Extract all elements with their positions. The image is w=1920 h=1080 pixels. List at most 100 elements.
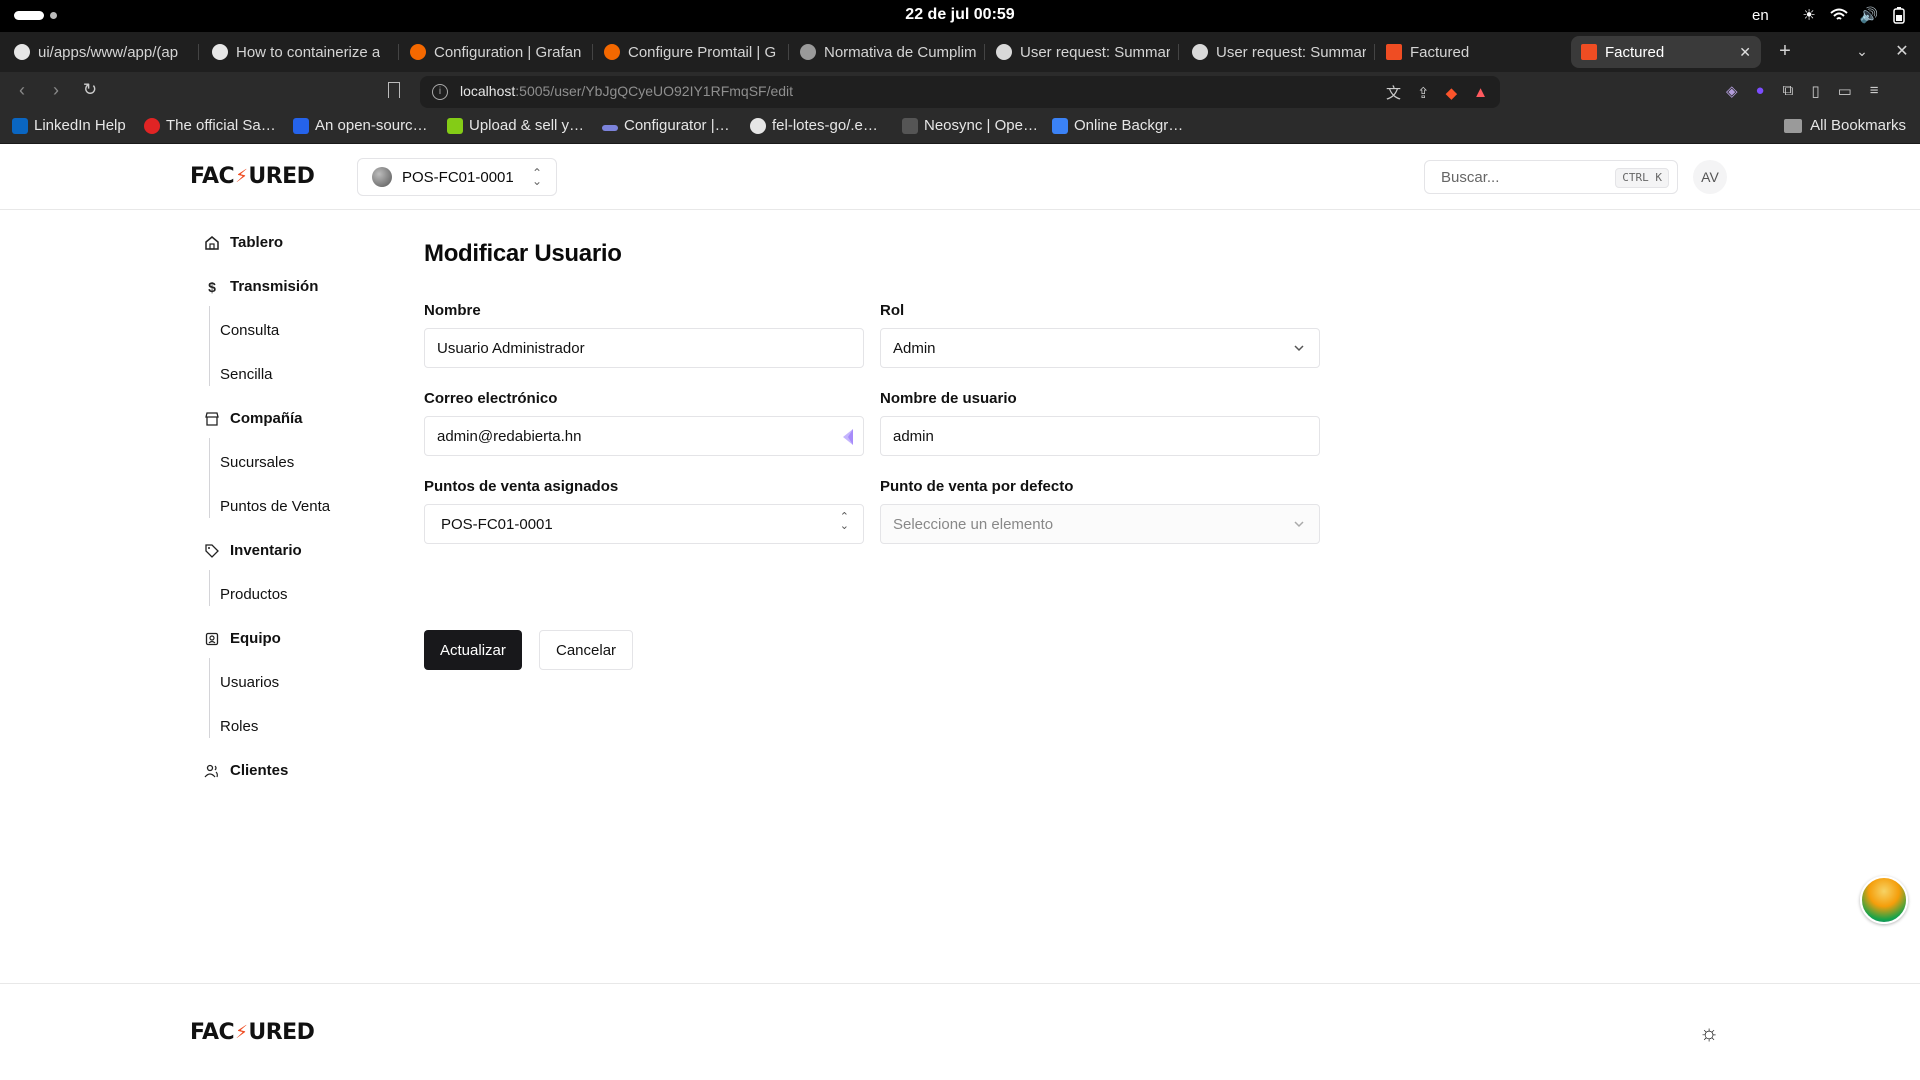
extension-badge-icon[interactable]: ● [1756, 82, 1765, 100]
nombre-label: Nombre [424, 302, 481, 319]
bookmark-item[interactable]: Configurator |… [602, 117, 730, 134]
username-field[interactable]: admin [880, 416, 1320, 456]
sidebar-item-compania[interactable]: Compañía [204, 410, 303, 427]
brave-shields-icon[interactable]: ◆ [1446, 84, 1458, 102]
pos-defecto-select[interactable]: Seleccione un elemento [880, 504, 1320, 544]
sidebar-item-transmision[interactable]: $ Transmisión [204, 278, 318, 295]
extensions-puzzle-icon[interactable]: ⧉ [1783, 82, 1794, 100]
bookmark-item[interactable]: fel-lotes-go/.e… [750, 117, 878, 134]
sidebar-item-inventario[interactable]: Inventario [204, 542, 302, 559]
bookmark-favicon [902, 117, 918, 134]
rol-label: Rol [880, 302, 905, 319]
browser-tab[interactable]: Configuration | Grafan [400, 36, 594, 68]
sidebar-item-sencilla[interactable]: Sencilla [220, 366, 273, 383]
browser-tab[interactable]: Factured [1376, 36, 1570, 68]
all-bookmarks[interactable]: All Bookmarks [1784, 117, 1906, 134]
browser-tab[interactable]: User request: Summar [1182, 36, 1376, 68]
brave-rewards-icon[interactable]: ▲ [1473, 84, 1488, 101]
bookmark-item[interactable]: The official Sa… [144, 117, 276, 134]
tab-label: Configuration | Grafan [434, 43, 582, 61]
bookmark-item[interactable]: Neosync | Ope… [902, 117, 1038, 134]
tab-search-chevron-icon[interactable]: ⌄ [1850, 43, 1874, 60]
sidebar-item-equipo[interactable]: Equipo [204, 630, 281, 647]
browser-tab[interactable]: ui/apps/www/app/(ap [4, 36, 194, 68]
address-bar[interactable]: i localhost:5005/user/YbJgQCyeUO92IY1RFm… [420, 76, 1500, 108]
bolt-icon: ⚡ [235, 166, 248, 187]
close-tab-icon[interactable]: ✕ [1739, 44, 1751, 61]
share-icon[interactable]: ⇪ [1417, 84, 1430, 102]
close-window-icon[interactable]: ✕ [1890, 41, 1914, 61]
sidebar-item-usuarios[interactable]: Usuarios [220, 674, 279, 691]
user-avatar[interactable]: AV [1693, 160, 1727, 194]
pos-asignados-value: POS-FC01-0001 [441, 515, 553, 533]
cancelar-button[interactable]: Cancelar [539, 630, 634, 670]
menu-icon[interactable]: ≡ [1870, 82, 1879, 100]
bookmark-favicon [602, 125, 618, 131]
extension-icon[interactable]: ◈ [1726, 82, 1738, 100]
sidebar-item-sucursales[interactable]: Sucursales [220, 454, 294, 471]
bookmark-favicon [144, 117, 160, 134]
tab-label: How to containerize a [236, 43, 381, 61]
tab-label: Configure Promtail | G [628, 43, 777, 61]
bookmark-item[interactable]: LinkedIn Help [12, 117, 126, 134]
bookmark-page-icon[interactable] [388, 82, 400, 98]
keyboard-language[interactable]: en [1752, 7, 1769, 24]
github-icon [750, 117, 766, 134]
home-icon [204, 235, 220, 251]
wallet-icon[interactable]: ▭ [1838, 82, 1852, 100]
pos-switcher-label: POS-FC01-0001 [402, 168, 514, 186]
sidebar-item-roles[interactable]: Roles [220, 718, 258, 735]
url-text[interactable]: localhost:5005/user/YbJgQCyeUO92IY1RFmqS… [460, 83, 793, 99]
translate-icon[interactable]: 文 [1386, 82, 1401, 103]
floating-assistant-bubble[interactable] [1860, 876, 1908, 924]
globe-icon [800, 44, 816, 60]
browser-tab-active[interactable]: Factured ✕ [1571, 36, 1761, 68]
username-value: admin [893, 427, 934, 445]
browser-tab[interactable]: Normativa de Cumplim [790, 36, 986, 68]
sidebar-item-consulta[interactable]: Consulta [220, 322, 279, 339]
email-field[interactable]: admin@redabierta.hn [424, 416, 864, 456]
browser-tab[interactable]: How to containerize a [202, 36, 396, 68]
actualizar-button[interactable]: Actualizar [424, 630, 522, 670]
os-clock[interactable]: 22 de jul 00:59 [0, 6, 1920, 24]
sidebar-item-clientes[interactable]: Clientes [204, 762, 288, 779]
browser-tab[interactable]: Configure Promtail | G [594, 36, 788, 68]
address-toolbar: ‹ › ↻ i localhost:5005/user/YbJgQCyeUO92… [0, 72, 1920, 112]
factured-logo[interactable]: FAC ⚡ URED [190, 164, 315, 189]
tab-label: Normativa de Cumplim [824, 43, 976, 61]
rol-select[interactable]: Admin [880, 328, 1320, 368]
chevrons-up-down-icon: ⌃ ⌄ [531, 166, 542, 188]
sidebar-item-tablero[interactable]: Tablero [204, 234, 283, 251]
rol-value: Admin [893, 339, 936, 357]
bolt-icon: ⚡ [235, 1022, 248, 1043]
page-title: Modificar Usuario [424, 240, 622, 267]
sidebar-item-puntos-de-venta[interactable]: Puntos de Venta [220, 498, 330, 515]
forward-icon[interactable]: › [44, 80, 68, 101]
brightness-icon: ☀ [1802, 7, 1816, 24]
bookmark-item[interactable]: An open-sourc… [293, 117, 428, 134]
contact-icon [204, 631, 220, 647]
wifi-icon [1830, 6, 1848, 24]
pos-switcher[interactable]: POS-FC01-0001 ⌃ ⌄ [357, 158, 557, 196]
app-footer: FAC ⚡ URED ☼ [0, 983, 1920, 1080]
nombre-input[interactable]: Usuario Administrador [424, 328, 864, 368]
reload-icon[interactable]: ↻ [78, 80, 102, 100]
sun-icon[interactable]: ☼ [1699, 1020, 1719, 1046]
password-manager-icon[interactable] [841, 427, 855, 447]
bookmark-item[interactable]: Upload & sell y… [447, 117, 584, 134]
sidebar-toggle-icon[interactable]: ▯ [1811, 82, 1819, 100]
new-tab-icon[interactable]: + [1773, 40, 1797, 63]
pos-defecto-placeholder: Seleccione un elemento [893, 515, 1054, 533]
system-tray[interactable]: ☀ 🔊 [1800, 6, 1908, 24]
site-info-icon[interactable]: i [432, 84, 448, 100]
tab-label: User request: Summar [1216, 43, 1366, 61]
factured-logo-footer[interactable]: FAC ⚡ URED [190, 1020, 315, 1045]
pos-asignados-multiselect[interactable]: POS-FC01-0001 ⌃ ⌄ [424, 504, 864, 544]
browser-tab[interactable]: User request: Summar [986, 36, 1180, 68]
factured-icon [1581, 44, 1597, 60]
sidebar-item-productos[interactable]: Productos [220, 586, 288, 603]
back-icon[interactable]: ‹ [10, 80, 34, 101]
volume-icon: 🔊 [1859, 7, 1879, 24]
search-input[interactable]: Buscar... CTRL K [1424, 160, 1678, 194]
bookmark-item[interactable]: Online Backgr… [1052, 117, 1183, 134]
